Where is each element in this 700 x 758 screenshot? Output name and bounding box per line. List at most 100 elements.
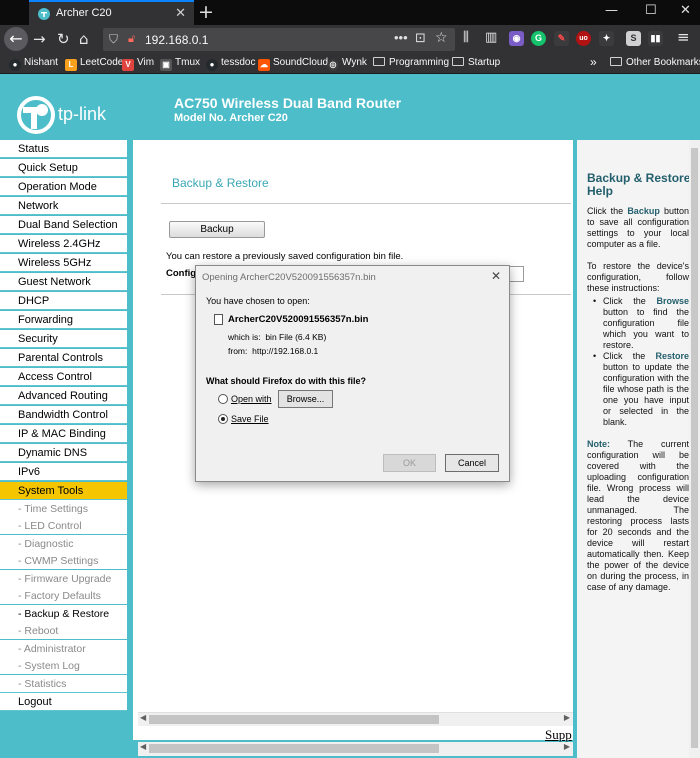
file-name: ArcherC20V520091556357n.bin (228, 314, 369, 325)
new-tab-button[interactable]: + (198, 1, 214, 23)
scroll-left-icon[interactable]: ◀ (140, 742, 146, 751)
menu-item-status[interactable]: Status (0, 140, 127, 158)
ok-button[interactable]: OK (383, 454, 436, 472)
menu-item-advanced-routing[interactable]: Advanced Routing (0, 387, 127, 405)
window-close-icon[interactable]: ✕ (680, 3, 691, 18)
cancel-button[interactable]: Cancel (445, 454, 499, 472)
content-horizontal-scrollbar[interactable]: ◀ ▶ (138, 712, 573, 726)
maximize-icon[interactable]: ☐ (645, 3, 657, 18)
menu-item-forwarding[interactable]: Forwarding (0, 311, 127, 329)
back-button[interactable]: ← (4, 27, 28, 51)
brand-logo-text: tp-link (58, 104, 107, 124)
menu-item-parental-controls[interactable]: Parental Controls (0, 349, 127, 367)
save-file-label[interactable]: Save File (231, 414, 269, 424)
menu-item-wireless-5ghz[interactable]: Wireless 5GHz (0, 254, 127, 272)
backup-button[interactable]: Backup (169, 221, 265, 238)
url-bar[interactable]: ⛉ 🔓︎ 192.168.0.1 ••• ⊡ ☆ (103, 28, 455, 51)
submenu-firmware-upgrade[interactable]: - Firmware Upgrade (0, 570, 127, 587)
menu-item-ip-mac-binding[interactable]: IP & MAC Binding (0, 425, 127, 443)
url-text[interactable]: 192.168.0.1 (145, 33, 208, 47)
divider (161, 203, 571, 204)
submenu-cwmp-settings[interactable]: - CWMP Settings (0, 552, 127, 569)
menu-item-guest-network[interactable]: Guest Network (0, 273, 127, 291)
submenu-reboot[interactable]: - Reboot (0, 622, 127, 639)
ublock-icon[interactable]: uo (576, 31, 591, 46)
scrollbar-thumb[interactable] (149, 744, 439, 753)
bookmark-star-icon[interactable]: ☆ (435, 30, 448, 46)
tab-close-icon[interactable]: ✕ (175, 5, 186, 21)
menu-item-bandwidth-control[interactable]: Bandwidth Control (0, 406, 127, 424)
home-icon[interactable]: ⌂ (79, 31, 89, 47)
forward-icon[interactable]: → (33, 31, 46, 47)
browser-tab[interactable]: Archer C20 ✕ (29, 0, 194, 25)
open-with-radio[interactable] (218, 394, 228, 404)
bookmark-nishant[interactable]: ● Nishant (9, 57, 58, 71)
bookmark-leetcode[interactable]: L LeetCode (65, 57, 123, 71)
help-list-item: Click the Browse button to find the conf… (593, 296, 689, 351)
menu-item-system-tools[interactable]: System Tools (0, 482, 127, 500)
submenu-diagnostic[interactable]: - Diagnostic (0, 535, 127, 552)
open-with-label[interactable]: Open with (231, 394, 272, 404)
help-scrollbar[interactable] (689, 140, 700, 758)
menu-item-dual-band-selection[interactable]: Dual Band Selection (0, 216, 127, 234)
bookmark-soundcloud[interactable]: ☁ SoundCloud (258, 57, 328, 71)
menu-item-security[interactable]: Security (0, 330, 127, 348)
reload-icon[interactable]: ↻ (57, 31, 70, 47)
submenu-administrator[interactable]: - Administrator (0, 640, 127, 657)
extension-3-icon[interactable]: ✎ (554, 31, 569, 46)
page-horizontal-scrollbar[interactable]: ◀ ▶ (138, 742, 573, 756)
submenu-factory-defaults[interactable]: - Factory Defaults (0, 587, 127, 604)
menu-item-dynamic-dns[interactable]: Dynamic DNS (0, 444, 127, 462)
grammarly-icon[interactable]: G (531, 31, 546, 46)
submenu-statistics[interactable]: - Statistics (0, 675, 127, 692)
bookmarks-overflow-icon[interactable]: » (590, 55, 597, 69)
menu-item-access-control[interactable]: Access Control (0, 368, 127, 386)
scrollbar-thumb[interactable] (691, 148, 698, 748)
extension-6-icon[interactable]: S (626, 31, 641, 46)
dialog-close-icon[interactable]: ✕ (491, 269, 501, 283)
bookmark-folder-startup[interactable]: Startup (452, 57, 500, 68)
scroll-right-icon[interactable]: ▶ (564, 713, 570, 722)
menu-item-wireless-2-4ghz[interactable]: Wireless 2.4GHz (0, 235, 127, 253)
menu-item-logout[interactable]: Logout (0, 693, 127, 711)
other-bookmarks[interactable]: Other Bookmarks (610, 57, 700, 68)
browse-button[interactable]: Browse... (278, 390, 333, 408)
config-file-field[interactable] (510, 266, 524, 282)
menu-item-quick-setup[interactable]: Quick Setup (0, 159, 127, 177)
scroll-left-icon[interactable]: ◀ (140, 713, 146, 722)
support-link[interactable]: Supp (545, 727, 572, 743)
menu-item-operation-mode[interactable]: Operation Mode (0, 178, 127, 196)
github-icon: ● (9, 59, 21, 71)
insecure-lock-icon[interactable]: 🔓︎ (128, 32, 135, 46)
submenu-backup-restore[interactable]: - Backup & Restore (0, 605, 127, 622)
scroll-right-icon[interactable]: ▶ (564, 742, 570, 751)
bookmark-tmux[interactable]: ▣ Tmux (160, 57, 200, 71)
pocket-icon[interactable]: ⊡ (415, 31, 426, 46)
bookmark-vim[interactable]: V Vim (122, 57, 154, 71)
chosen-label: You have chosen to open: (206, 296, 310, 306)
menu-item-network[interactable]: Network (0, 197, 127, 215)
extension-5-icon[interactable]: ✦ (599, 31, 614, 46)
menu-item-ipv6[interactable]: IPv6 (0, 463, 127, 481)
extension-1-icon[interactable]: ◉ (509, 31, 524, 46)
sidebar-icon[interactable]: ▥ (485, 30, 497, 46)
save-file-radio[interactable] (218, 414, 228, 424)
menu-item-dhcp[interactable]: DHCP (0, 292, 127, 310)
shield-icon[interactable]: ⛉ (109, 32, 118, 47)
vim-icon: V (122, 59, 134, 71)
dialog-title: Opening ArcherC20V520091556357n.bin (202, 272, 376, 283)
submenu-led-control[interactable]: - LED Control (0, 517, 127, 534)
bookmark-tessdoc[interactable]: ● tessdoc (206, 57, 255, 71)
bookmark-folder-programming[interactable]: Programming (373, 57, 449, 68)
extension-7-icon[interactable]: ▮▮ (648, 31, 663, 46)
scrollbar-thumb[interactable] (149, 715, 439, 724)
bookmark-wynk[interactable]: ◎ Wynk (327, 57, 367, 71)
menu-icon[interactable]: ≡ (677, 29, 690, 45)
folder-icon (610, 57, 622, 66)
file-type-row: which is: bin File (6.4 KB) (228, 332, 327, 342)
submenu-system-log[interactable]: - System Log (0, 657, 127, 674)
submenu-time-settings[interactable]: - Time Settings (0, 500, 127, 517)
minimize-icon[interactable]: — (605, 3, 618, 18)
page-actions-icon[interactable]: ••• (394, 30, 408, 45)
library-icon[interactable]: ⫼ (463, 30, 469, 46)
